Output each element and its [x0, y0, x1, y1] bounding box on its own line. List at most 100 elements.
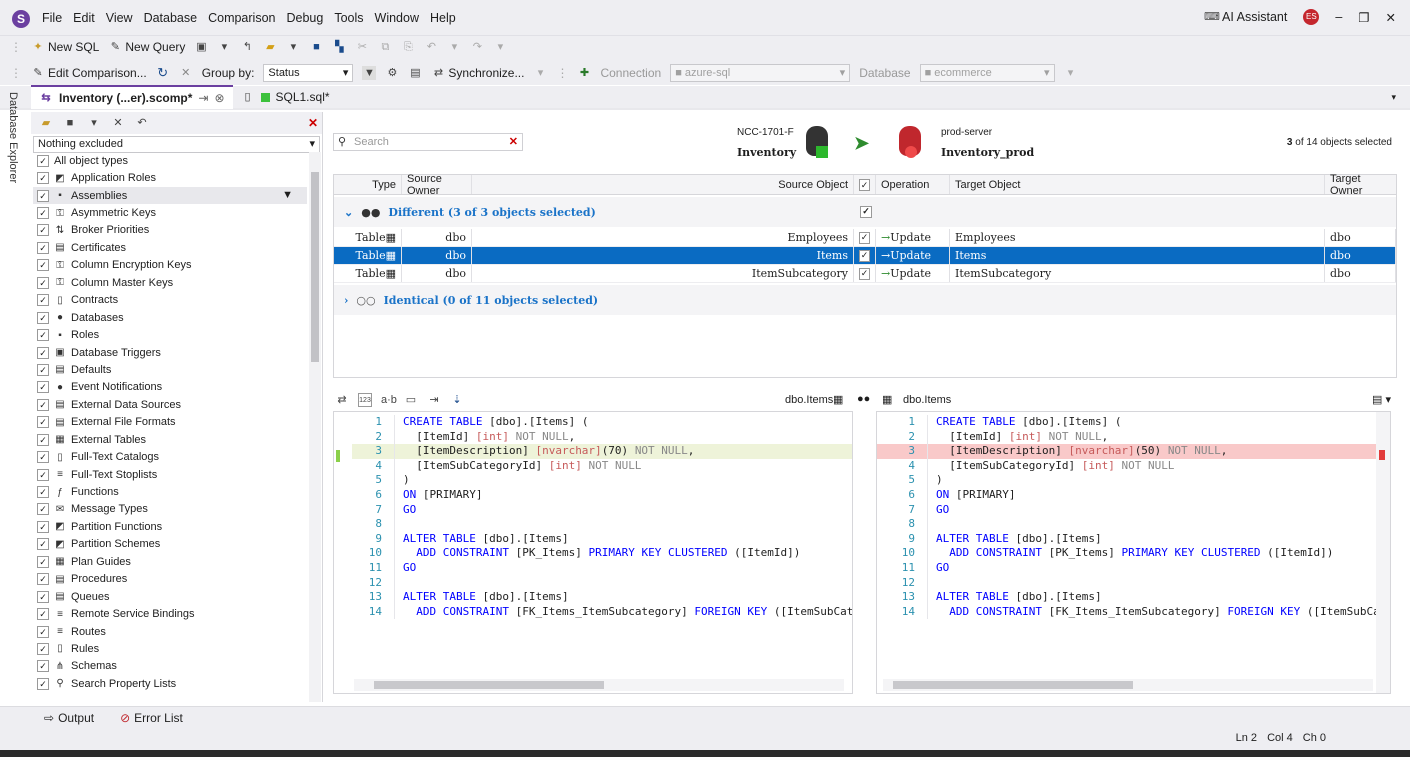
scrollbar-thumb[interactable] [311, 172, 319, 362]
minimize-button[interactable]: – [1335, 10, 1342, 24]
object-type-checkbox[interactable]: ✓ [37, 294, 49, 307]
object-type-item[interactable]: ✓ ≡ Remote Service Bindings [33, 605, 307, 622]
col-checkbox[interactable]: ✓ [854, 175, 876, 194]
object-type-item[interactable]: ✓ ⚿ Column Master Keys [33, 274, 307, 291]
restore-button[interactable]: ❐ [1358, 10, 1369, 25]
dropdown-arrow-icon[interactable]: ▾ [87, 116, 101, 130]
close-window-button[interactable]: ✕ [1386, 10, 1396, 25]
object-type-checkbox[interactable]: ✓ [37, 468, 49, 481]
dropdown-arrow-icon[interactable]: ▾ [217, 40, 231, 54]
copy-icon[interactable]: ⧉ [378, 40, 392, 54]
ai-assistant-button[interactable]: ⌨ AI Assistant [1204, 10, 1287, 24]
left-hscrollbar[interactable] [354, 679, 844, 691]
table-row[interactable]: Table ▦ dbo Employees ✓ → Update Employees dbo [334, 229, 1396, 247]
indent-icon[interactable]: ⇥ [427, 393, 441, 407]
tab-list-dropdown-icon[interactable]: ▾ [1391, 92, 1410, 103]
object-type-checkbox[interactable]: ✓ [37, 520, 49, 533]
table-row[interactable]: Table ▦ dbo Items ✓ → Update Items dbo [334, 247, 1396, 265]
new-sql-button[interactable]: ✦ New SQL [31, 40, 99, 54]
scrollbar-thumb[interactable] [374, 681, 604, 689]
database-select[interactable]: ■ ecommerce ▾ [919, 64, 1055, 82]
undo-filter-icon[interactable]: ↶ [135, 116, 149, 130]
object-type-item[interactable]: ✓ ◩ Application Roles [33, 169, 307, 186]
menu-tools[interactable]: Tools [334, 11, 363, 25]
object-type-item[interactable]: ✓ ▤ External File Formats [33, 414, 307, 431]
object-type-checkbox[interactable]: ✓ [37, 555, 49, 568]
dropdown-arrow-icon[interactable]: ▾ [493, 40, 507, 54]
open-folder-icon[interactable]: ▰ [263, 40, 277, 54]
object-type-checkbox[interactable]: ✓ [37, 486, 49, 499]
save-filter-icon[interactable]: ■ [63, 116, 77, 130]
object-type-checkbox[interactable]: ✓ [37, 241, 49, 254]
object-type-checkbox[interactable]: ✓ [37, 625, 49, 638]
object-type-item[interactable]: ✓ ⇅ Broker Priorities [33, 222, 307, 239]
connection-select[interactable]: ■ azure-sql ▾ [670, 64, 851, 82]
object-type-item[interactable]: ✓ ≡ Routes [33, 623, 307, 640]
object-type-item[interactable]: ✓ ▤ Certificates [33, 239, 307, 256]
object-type-item[interactable]: ✓ ⚿ Column Encryption Keys [33, 257, 307, 274]
object-type-checkbox[interactable]: ✓ [37, 224, 49, 237]
object-type-checkbox[interactable]: ✓ [37, 433, 49, 446]
save-icon[interactable]: ■ [309, 40, 323, 54]
object-type-item[interactable]: ✓ All object types [33, 152, 307, 169]
object-type-checkbox[interactable]: ✓ [37, 538, 49, 551]
group-identical[interactable]: › ○○ Identical (0 of 11 objects selected… [334, 285, 1396, 315]
new-query-button[interactable]: ✎ New Query [108, 40, 186, 54]
cut-icon[interactable]: ✂ [355, 40, 369, 54]
object-type-checkbox[interactable]: ✓ [37, 311, 49, 324]
object-type-checkbox[interactable]: ✓ [37, 608, 49, 621]
object-type-checkbox[interactable]: ✓ [37, 154, 49, 167]
object-type-item[interactable]: ✓ ƒ Functions [33, 483, 307, 500]
object-type-item[interactable]: ✓ ▤ External Data Sources [33, 396, 307, 413]
object-type-item[interactable]: ✓ ▤ Queues [33, 588, 307, 605]
left-code-pane[interactable]: 1 CREATE TABLE [dbo].[Items] (2 [ItemId] … [333, 411, 853, 694]
group-different[interactable]: ⌄ ●● Different (3 of 3 objects selected)… [334, 197, 1396, 227]
error-list-tab[interactable]: ⊘ Error List [120, 711, 183, 725]
object-type-checkbox[interactable]: ✓ [37, 381, 49, 394]
scrollbar-thumb[interactable] [893, 681, 1133, 689]
dropdown-arrow-icon[interactable]: ▾ [1064, 66, 1078, 80]
group-by-select[interactable]: Status ▾ [263, 64, 354, 82]
col-target-owner[interactable]: Target Owner [1325, 173, 1396, 197]
clear-filter-icon[interactable]: ✕ [111, 116, 125, 130]
object-type-checkbox[interactable]: ✓ [37, 207, 49, 220]
pin-icon[interactable]: ⇥ [198, 91, 208, 105]
object-type-checkbox[interactable]: ✓ [37, 677, 49, 690]
synchronize-button[interactable]: ⇄ Synchronize... [431, 66, 525, 80]
edit-comparison-button[interactable]: ✎ Edit Comparison... [31, 66, 146, 80]
object-type-item[interactable]: ✓ ◩ Partition Schemes [33, 536, 307, 553]
menu-view[interactable]: View [106, 11, 133, 25]
object-type-item[interactable]: ✓ ✉ Message Types [33, 501, 307, 518]
undo-icon[interactable]: ↶ [424, 40, 438, 54]
database-explorer-strip[interactable]: Database Explorer [7, 92, 25, 712]
line-numbers-icon[interactable]: 123 [358, 393, 372, 407]
output-tab[interactable]: ⇨ Output [44, 711, 94, 725]
save-all-icon[interactable]: ▚ [332, 40, 346, 54]
object-type-checkbox[interactable]: ✓ [37, 346, 49, 359]
object-type-checkbox[interactable]: ✓ [37, 503, 49, 516]
clear-search-icon[interactable]: ✕ [509, 134, 518, 150]
menu-window[interactable]: Window [375, 11, 419, 25]
dropdown-arrow-icon[interactable]: ▾ [447, 40, 461, 54]
object-type-item[interactable]: ✓ ▤ Procedures [33, 571, 307, 588]
menu-database[interactable]: Database [144, 11, 198, 25]
menu-help[interactable]: Help [430, 11, 456, 25]
row-checkbox[interactable]: ✓ [859, 249, 870, 262]
col-type[interactable]: Type [334, 175, 402, 194]
object-type-item[interactable]: ✓ ▤ Defaults [33, 361, 307, 378]
object-type-item[interactable]: ✓ ⚿ Asymmetric Keys [33, 204, 307, 221]
next-diff-icon[interactable]: ⇣ [450, 393, 464, 407]
close-panel-icon[interactable]: ✕ [308, 116, 322, 130]
object-type-item[interactable]: ✓ ≡ Full-Text Stoplists [33, 466, 307, 483]
object-type-checkbox[interactable]: ✓ [37, 590, 49, 603]
menu-file[interactable]: File [42, 11, 62, 25]
object-type-item[interactable]: ✓ ▪ Assemblies ▼ [33, 186, 307, 205]
object-type-checkbox[interactable]: ✓ [37, 398, 49, 411]
filter-icon[interactable]: ▼ [362, 66, 377, 80]
report-icon[interactable]: ▤ [408, 66, 422, 80]
object-type-checkbox[interactable]: ✓ [37, 189, 49, 202]
object-type-item[interactable]: ✓ ⋔ Schemas [33, 658, 307, 675]
right-vscrollbar[interactable] [1376, 412, 1390, 693]
tab-sql1[interactable]: ▯ SQL1.sql* [233, 85, 338, 109]
open-filter-icon[interactable]: ▰ [39, 116, 53, 130]
